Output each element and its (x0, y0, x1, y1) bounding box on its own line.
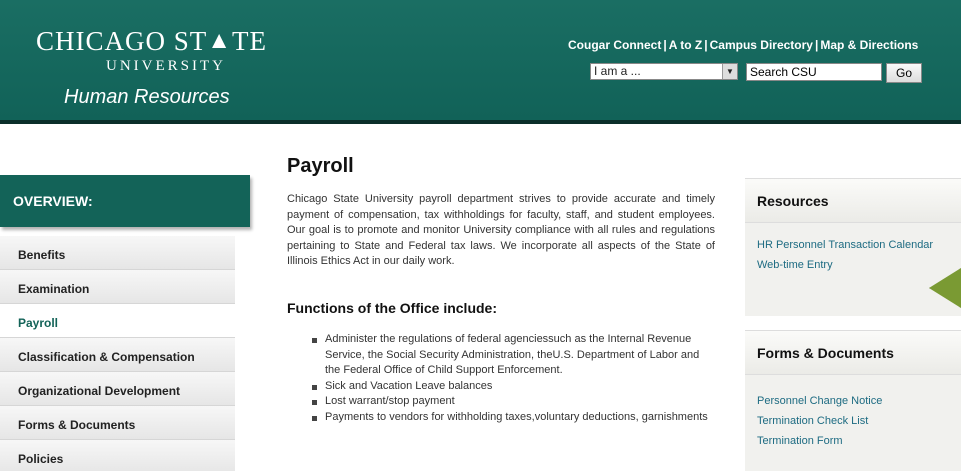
sidebar-item-benefits[interactable]: Benefits (0, 236, 235, 270)
sidebar-heading: OVERVIEW: (0, 175, 250, 227)
audience-select-value: I am a ... (594, 64, 641, 78)
sidebar-item-organizational-development[interactable]: Organizational Development (0, 372, 235, 406)
link-separator: | (704, 38, 708, 52)
link-map-directions[interactable]: Map & Directions (820, 38, 918, 52)
forms-heading: Forms & Documents (745, 331, 961, 375)
sidebar-nav: Benefits Examination Payroll Classificat… (0, 236, 235, 471)
link-campus-directory[interactable]: Campus Directory (710, 38, 813, 52)
chevron-down-icon[interactable]: ▼ (722, 64, 737, 79)
resources-panel: Resources HR Personnel Transaction Calen… (745, 178, 961, 316)
sidebar-item-payroll[interactable]: Payroll (0, 304, 235, 338)
resources-heading: Resources (745, 179, 961, 223)
functions-heading: Functions of the Office include: (287, 300, 497, 316)
top-links: Cougar Connect | A to Z | Campus Directory | M… (568, 38, 918, 52)
logo-university: UNIVERSITY (106, 58, 226, 74)
link-termination-form[interactable]: Termination Form (757, 431, 961, 451)
sidebar-item-policies[interactable]: Policies (0, 440, 235, 471)
link-personnel-change-notice[interactable]: Personnel Change Notice (757, 391, 961, 411)
forms-links: Personnel Change Notice Termination Chec… (745, 375, 961, 451)
logo-wordmark: CHICAGO ST▲TE (36, 26, 268, 56)
link-termination-check-list[interactable]: Termination Check List (757, 411, 961, 431)
link-separator: | (814, 38, 819, 52)
resources-links: HR Personnel Transaction Calendar Web-ti… (745, 223, 961, 275)
site-header: CHICAGO ST▲TE UNIVERSITY Human Resources… (0, 0, 961, 124)
functions-list: Administer the regulations of federal ag… (312, 332, 712, 425)
list-item: Payments to vendors for withholding taxe… (312, 410, 712, 426)
sidebar-heading-label: OVERVIEW: (13, 193, 93, 209)
intro-paragraph: Chicago State University payroll departm… (287, 193, 715, 267)
department-name: Human Resources (64, 86, 230, 108)
university-logo[interactable]: CHICAGO ST▲TE UNIVERSITY Human Resources (36, 26, 267, 109)
link-a-to-z[interactable]: A to Z (669, 38, 703, 52)
list-item: Administer the regulations of federal ag… (312, 332, 712, 379)
list-item: Lost warrant/stop payment (312, 394, 712, 410)
list-item: Sick and Vacation Leave balances (312, 379, 712, 395)
link-web-time-entry[interactable]: Web-time Entry (757, 255, 961, 275)
forms-panel: Forms & Documents Personnel Change Notic… (745, 330, 961, 471)
search-go-button[interactable]: Go (886, 63, 922, 83)
link-hr-transaction-calendar[interactable]: HR Personnel Transaction Calendar (757, 235, 961, 255)
link-separator: | (663, 38, 667, 52)
sidebar-item-classification[interactable]: Classification & Compensation (0, 338, 235, 372)
search-input[interactable] (746, 63, 882, 81)
sidebar-item-forms-documents[interactable]: Forms & Documents (0, 406, 235, 440)
pine-tree-icon: ▲ (207, 28, 233, 54)
audience-select[interactable]: I am a ... ▼ (590, 63, 738, 80)
link-cougar-connect[interactable]: Cougar Connect (568, 38, 661, 52)
page-title: Payroll (287, 155, 354, 177)
sidebar-item-examination[interactable]: Examination (0, 270, 235, 304)
